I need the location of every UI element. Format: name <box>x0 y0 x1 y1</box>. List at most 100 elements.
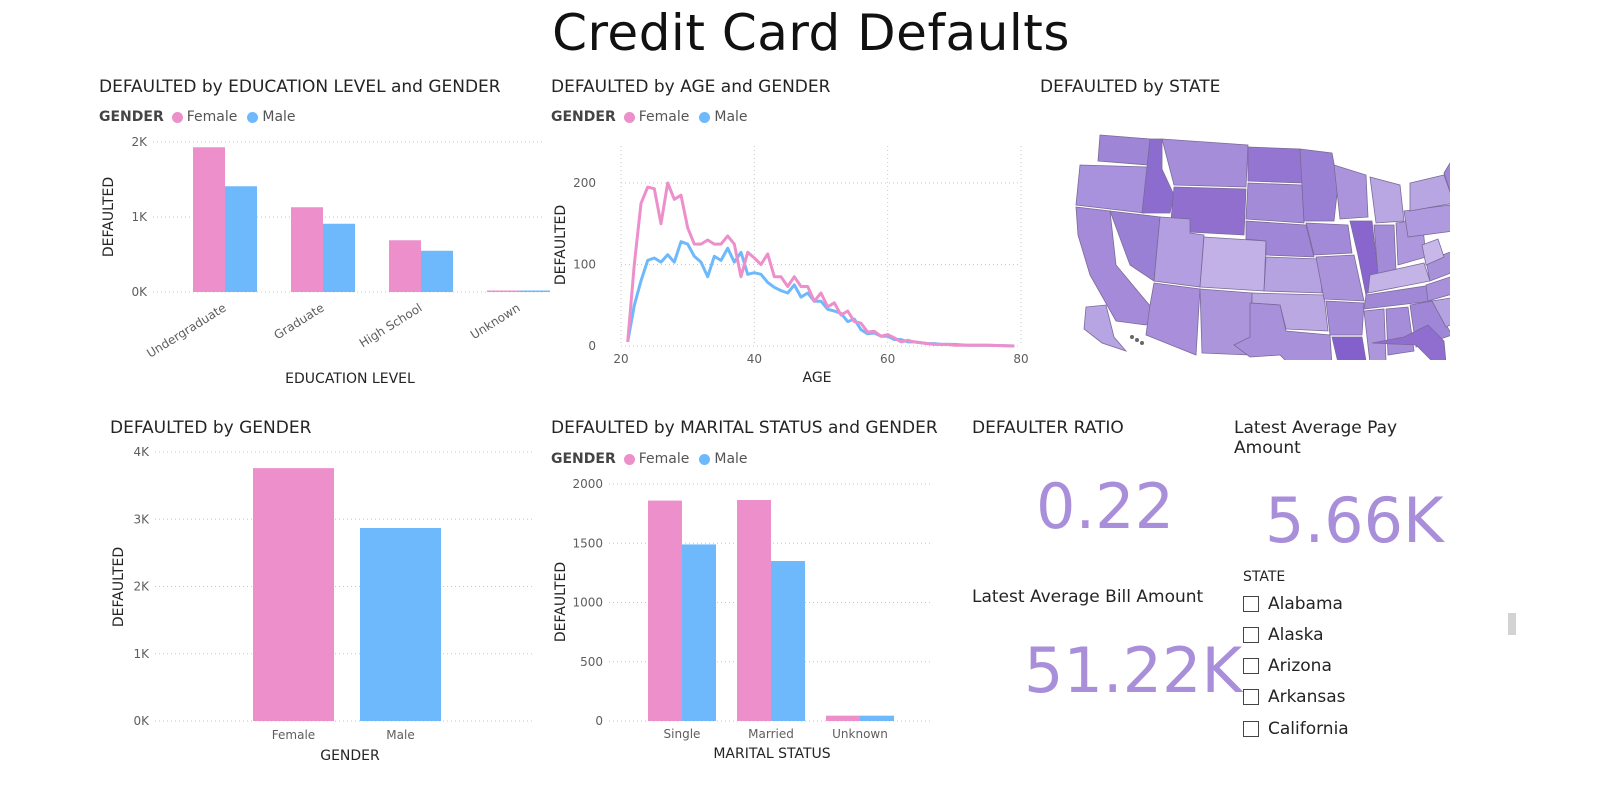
slicer-item-label: California <box>1268 719 1349 739</box>
male-swatch-icon <box>699 453 711 465</box>
x-axis-title: MARITAL STATUS <box>713 746 830 762</box>
state-missouri <box>1315 254 1365 302</box>
y-tick-label: 1K <box>133 647 150 661</box>
legend-item-male[interactable]: Male <box>699 109 748 125</box>
slicer-item-alaska[interactable]: Alaska <box>1243 625 1324 645</box>
marital-chart-legend[interactable]: GENDER Female Male <box>551 451 758 467</box>
bar-female <box>487 290 519 292</box>
pay-card-title: Latest Average Pay Amount <box>1234 418 1398 458</box>
age-gender-line-chart[interactable]: AGE DEFAULTED 0 100 200 20 40 60 80 <box>551 138 1031 393</box>
state-arkansas <box>1325 300 1365 336</box>
gender-chart-title: DEFAULTED by GENDER <box>110 418 312 438</box>
x-tick-label: 40 <box>747 352 762 366</box>
checkbox-icon[interactable] <box>1243 721 1259 737</box>
y-axis-title: DEFAULTED <box>111 547 127 627</box>
x-tick-label: Undergraduate <box>144 301 228 361</box>
dashboard-title: Credit Card Defaults <box>552 4 1070 62</box>
y-tick-label: 4K <box>133 445 150 459</box>
y-axis-title: DEFAULTED <box>101 177 117 257</box>
state-arizona <box>1145 282 1201 356</box>
legend-item-female[interactable]: Female <box>171 109 238 125</box>
y-tick-label: 1500 <box>572 536 603 550</box>
age-chart-title: DEFAULTED by AGE and GENDER <box>551 77 831 97</box>
us-states-map[interactable] <box>1070 125 1450 360</box>
state-iowa <box>1305 222 1353 256</box>
map-title: DEFAULTED by STATE <box>1040 77 1221 97</box>
state-wisconsin <box>1333 164 1369 220</box>
slicer-item-alabama[interactable]: Alabama <box>1243 594 1343 614</box>
y-axis-title: DEFAULTED <box>553 562 569 642</box>
gender-bar-chart[interactable]: GENDER DEFAULTED 0K 1K 2K 3K 4K Female Male <box>105 442 545 770</box>
bar-female <box>291 207 323 292</box>
state-north-dakota <box>1247 146 1303 184</box>
bar-male <box>421 250 453 292</box>
slicer-scrollbar[interactable] <box>1508 613 1516 635</box>
checkbox-icon[interactable] <box>1243 596 1259 612</box>
y-tick-label: 2000 <box>572 477 603 491</box>
marital-gender-bar-chart[interactable]: MARITAL STATUS DEFAULTED 0 500 1000 1500 200… <box>551 475 946 770</box>
y-tick-label: 0K <box>131 285 148 299</box>
state-montana <box>1161 138 1249 188</box>
slicer-item-label: Arizona <box>1268 656 1332 676</box>
state-oregon <box>1075 164 1149 214</box>
legend-label-female: Female <box>638 451 690 467</box>
legend-title: GENDER <box>551 109 616 125</box>
bar-female <box>193 147 225 292</box>
x-tick-label: 60 <box>880 352 895 366</box>
bar-male <box>360 527 441 721</box>
legend-item-male[interactable]: Male <box>699 451 748 467</box>
state-slicer-title: STATE <box>1243 569 1286 585</box>
bar-female <box>648 500 682 721</box>
legend-label-male: Male <box>262 109 296 125</box>
bill-card-value: 51.22K <box>1024 634 1243 707</box>
bar-male <box>323 223 355 292</box>
bar-male <box>771 561 805 721</box>
legend-label-male: Male <box>714 109 748 125</box>
male-swatch-icon <box>247 111 259 123</box>
legend-label-female: Female <box>186 109 238 125</box>
legend-title: GENDER <box>99 109 164 125</box>
y-tick-label: 0 <box>595 714 603 728</box>
bar-female <box>389 240 421 292</box>
legend-label-female: Female <box>638 109 690 125</box>
bar-female <box>253 468 334 721</box>
y-tick-label: 2K <box>131 135 148 149</box>
slicer-item-label: Arkansas <box>1268 687 1346 707</box>
checkbox-icon[interactable] <box>1243 658 1259 674</box>
y-tick-label: 1K <box>131 210 148 224</box>
state-south-dakota <box>1245 182 1305 224</box>
y-tick-label: 2K <box>133 580 150 594</box>
x-tick-label: Female <box>272 728 315 742</box>
legend-label-male: Male <box>714 451 748 467</box>
education-gender-bar-chart[interactable]: EDUCATION LEVEL DEFAULTED 0K 1K 2K Undergra… <box>95 132 550 392</box>
male-swatch-icon <box>699 111 711 123</box>
slicer-item-california[interactable]: California <box>1243 719 1349 739</box>
legend-item-female[interactable]: Female <box>623 109 690 125</box>
bar-male <box>519 290 550 292</box>
ratio-card-title: DEFAULTER RATIO <box>972 418 1124 438</box>
y-tick-label: 0 <box>588 339 596 353</box>
y-tick-label: 100 <box>573 258 596 272</box>
bar-female <box>826 715 860 721</box>
state-alabama <box>1385 306 1415 356</box>
slicer-item-arizona[interactable]: Arizona <box>1243 656 1332 676</box>
legend-item-female[interactable]: Female <box>623 451 690 467</box>
state-minnesota <box>1299 148 1339 222</box>
age-chart-legend[interactable]: GENDER Female Male <box>551 109 758 125</box>
x-tick-label: Male <box>386 728 414 742</box>
x-axis-title: GENDER <box>320 748 380 764</box>
checkbox-icon[interactable] <box>1243 627 1259 643</box>
slicer-item-label: Alabama <box>1268 594 1343 614</box>
slicer-item-arkansas[interactable]: Arkansas <box>1243 687 1346 707</box>
x-axis-title: AGE <box>802 370 831 386</box>
state-washington <box>1097 134 1151 166</box>
checkbox-icon[interactable] <box>1243 689 1259 705</box>
state-michigan <box>1369 176 1405 224</box>
y-tick-label: 1000 <box>572 596 603 610</box>
state-colorado <box>1199 236 1267 292</box>
marital-chart-title: DEFAULTED by MARITAL STATUS and GENDER <box>551 418 938 438</box>
legend-item-male[interactable]: Male <box>247 109 296 125</box>
x-tick-label: Married <box>748 727 794 741</box>
pay-card-value: 5.66K <box>1265 484 1444 557</box>
education-chart-legend[interactable]: GENDER Female Male <box>99 109 306 125</box>
